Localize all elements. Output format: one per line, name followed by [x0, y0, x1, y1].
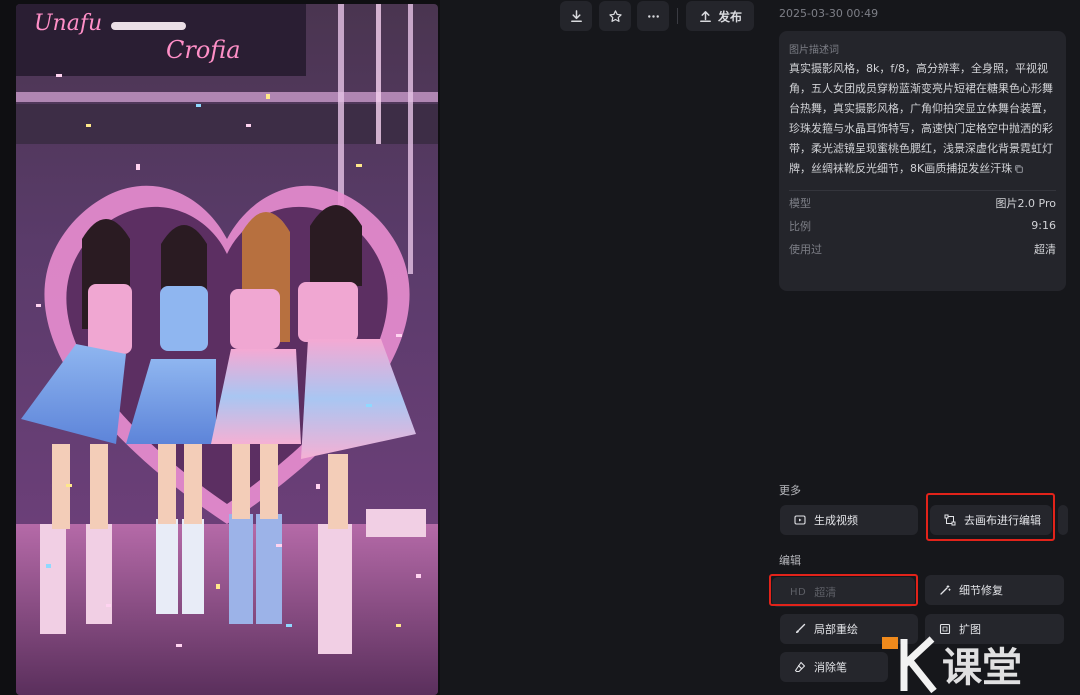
eraser-button[interactable]: 消除笔	[780, 652, 888, 682]
meta-key: 比例	[789, 219, 811, 233]
prompt-content: 真实摄影风格，8k，f/8，高分辨率，全身照，平视视角，五人女团成员穿粉蓝渐变亮…	[789, 62, 1053, 175]
watermark-logo: 课堂	[880, 633, 1080, 695]
generated-image-graphic: Unafu Crofia	[16, 4, 438, 695]
meta-value: 超清	[1034, 242, 1056, 256]
download-icon	[570, 9, 582, 22]
video-icon	[794, 515, 806, 525]
more-button[interactable]	[637, 1, 669, 31]
meta-value: 9:16	[1031, 219, 1056, 232]
generate-video-button[interactable]: 生成视频	[780, 505, 918, 535]
highlight-box-hd	[769, 574, 918, 606]
watermark-text: 课堂	[942, 645, 1022, 691]
meta-row-model: 模型 图片2.0 Pro	[789, 191, 1056, 214]
highlight-box-canvas	[926, 493, 1055, 541]
toolbar-divider	[677, 8, 678, 24]
canvas-edit-button-edge	[1058, 505, 1068, 535]
brush-icon	[796, 623, 806, 633]
publish-button[interactable]: 发布	[686, 1, 754, 31]
upload-icon	[700, 10, 711, 22]
meta-value: 图片2.0 Pro	[995, 196, 1056, 210]
meta-row-ratio: 比例 9:16	[789, 214, 1056, 237]
local-redraw-label: 局部重绘	[814, 623, 858, 636]
watermark-graphic: 课堂	[882, 636, 1022, 694]
more-icon	[647, 14, 659, 18]
image-info-card: 图片描述词 真实摄影风格，8k，f/8，高分辨率，全身照，平视视角，五人女团成员…	[779, 31, 1066, 291]
edit-section-heading: 编辑	[779, 554, 801, 567]
generated-image[interactable]: Unafu Crofia	[16, 4, 438, 695]
meta-row-used: 使用过 超清	[789, 237, 1056, 260]
eraser-icon	[794, 661, 806, 673]
favorite-button[interactable]	[599, 1, 631, 31]
magic-wand-icon	[940, 585, 951, 595]
prompt-text[interactable]: 真实摄影风格，8k，f/8，高分辨率，全身照，平视视角，五人女团成员穿粉蓝渐变亮…	[789, 59, 1057, 179]
svg-text:Unafu: Unafu	[34, 11, 102, 36]
created-timestamp: 2025-03-30 00:49	[779, 7, 879, 20]
detail-fix-button[interactable]: 细节修复	[925, 575, 1064, 605]
download-button[interactable]	[560, 1, 592, 31]
meta-key: 使用过	[789, 242, 822, 256]
image-preview-panel: Unafu Crofia	[0, 0, 440, 695]
star-icon	[608, 9, 622, 22]
more-section-heading: 更多	[779, 484, 801, 497]
eraser-label: 消除笔	[814, 661, 847, 674]
svg-text:Crofia: Crofia	[166, 36, 241, 64]
detail-fix-label: 细节修复	[959, 584, 1003, 597]
prompt-label: 图片描述词	[789, 45, 839, 56]
meta-key: 模型	[789, 196, 811, 210]
publish-label: 发布	[717, 9, 742, 24]
copy-icon[interactable]	[1014, 164, 1024, 174]
generate-video-label: 生成视频	[814, 514, 858, 527]
